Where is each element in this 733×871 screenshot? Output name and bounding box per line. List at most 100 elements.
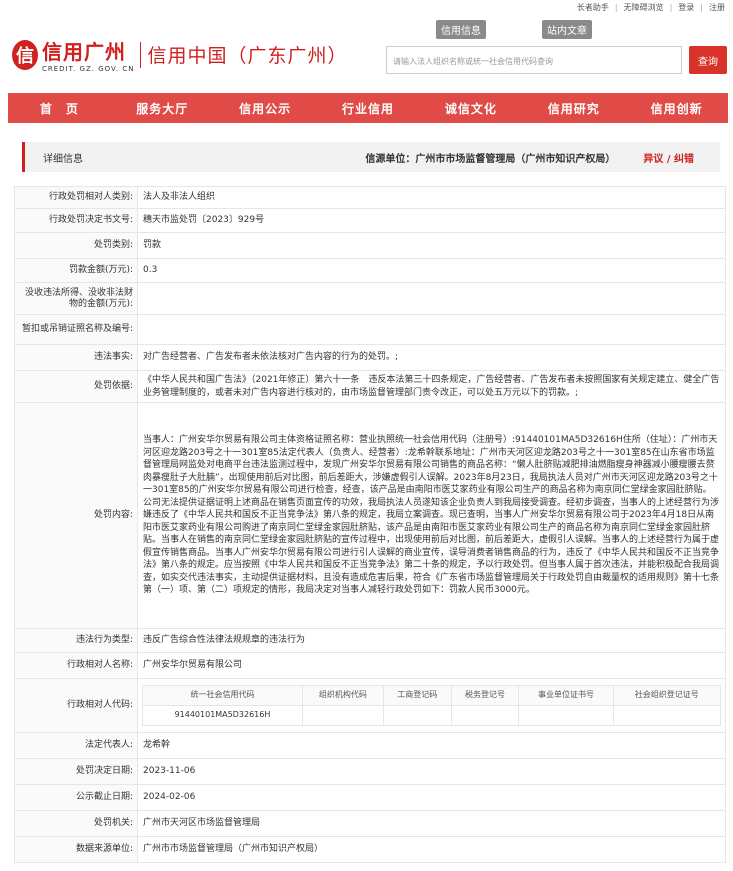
logo-cn: 信用广州 (42, 40, 126, 64)
table-row: 法定代表人: 龙希幹 (14, 732, 726, 759)
row-label: 处罚内容: (14, 402, 138, 629)
row-value: 0.3 (137, 258, 726, 283)
table-row: 处罚决定日期: 2023-11-06 (14, 758, 726, 785)
table-row: 处罚内容: 当事人：广州安华尔贸易有限公司主体资格证照名称：营业执照统一社会信用… (14, 402, 726, 629)
top-links: 长者助手 | 无障碍浏览 | 登录 | 注册 (577, 0, 733, 14)
row-label: 处罚依据: (14, 370, 138, 403)
table-row: 公示截止日期: 2024-02-06 (14, 784, 726, 811)
nav-industry-credit[interactable]: 行业信用 (317, 93, 420, 123)
row-label: 行政处罚相对人类别: (14, 186, 138, 209)
logo-text: 信用广州 CREDIT. GZ. GOV. CN (42, 36, 134, 73)
row-value: 广州安华尔贸易有限公司 (137, 652, 726, 679)
search-tabs: 信用信息 站内文章 (436, 20, 592, 39)
row-label: 暂扣或吊销证照名称及编号: (14, 314, 138, 345)
codes-value-row: 91440101MA5D32616H (142, 705, 722, 726)
row-value: 当事人：广州安华尔贸易有限公司主体资格证照名称：营业执照统一社会信用代码（注册号… (137, 402, 726, 629)
tab-credit-info[interactable]: 信用信息 (436, 20, 486, 39)
row-label: 处罚类别: (14, 232, 138, 259)
site-logo[interactable]: 信 信用广州 CREDIT. GZ. GOV. CN 信用中国（广东广州） (12, 36, 347, 73)
codes-header-row: 统一社会信用代码 组织机构代码 工商登记码 税务登记号 事业单位证书号 社会组织… (142, 685, 722, 706)
login-link[interactable]: 登录 (678, 2, 694, 13)
row-value: 广州市天河区市场监督管理局 (137, 810, 726, 837)
table-row: 处罚类别: 罚款 (14, 232, 726, 259)
divider: | (614, 2, 618, 12)
table-row: 违法行为类型: 违反广告综合性法律法规规章的违法行为 (14, 628, 726, 653)
table-row: 行政处罚相对人类别: 法人及非法人组织 (14, 186, 726, 209)
detail-header: 详细信息 信源单位：广州市市场监督管理局（广州市知识产权局） 异议 / 纠错 (22, 142, 720, 172)
row-value: 2023-11-06 (137, 758, 726, 785)
codes-header: 统一社会信用代码 (142, 685, 303, 706)
row-value: 罚款 (137, 232, 726, 259)
logo-icon: 信 (12, 39, 38, 70)
table-row: 暂扣或吊销证照名称及编号: (14, 314, 726, 345)
row-label: 公示截止日期: (14, 784, 138, 811)
row-label: 违法行为类型: (14, 628, 138, 653)
row-value: 穗天市监处罚〔2023〕929号 (137, 208, 726, 233)
logo-en: CREDIT. GZ. GOV. CN (42, 65, 135, 73)
nav-integrity-culture[interactable]: 诚信文化 (419, 93, 522, 123)
table-row: 行政相对人代码: 统一社会信用代码 组织机构代码 工商登记码 税务登记号 事业单… (14, 678, 726, 733)
row-value: 2024-02-06 (137, 784, 726, 811)
source-unit: 信源单位：广州市市场监督管理局（广州市知识产权局） (365, 150, 615, 165)
table-row: 处罚依据: 《中华人民共和国广告法》（2021年修正）第六十一条 违反本法第三十… (14, 370, 726, 403)
codes-value (518, 705, 614, 726)
row-label: 数据来源单位: (14, 836, 138, 863)
row-label: 行政处罚决定书文号: (14, 208, 138, 233)
row-value (137, 282, 726, 315)
tab-site-articles[interactable]: 站内文章 (542, 20, 592, 39)
nav-credit-publicity[interactable]: 信用公示 (214, 93, 317, 123)
codes-value (450, 705, 520, 726)
site-name: 信用中国（广东广州） (147, 45, 348, 67)
row-value: 法人及非法人组织 (137, 186, 726, 209)
row-label: 行政相对人代码: (14, 678, 138, 733)
codes-table: 统一社会信用代码 组织机构代码 工商登记码 税务登记号 事业单位证书号 社会组织… (142, 685, 722, 726)
row-value (137, 314, 726, 345)
row-value: 广州市市场监督管理局（广州市知识产权局） (137, 836, 726, 863)
detail-title: 详细信息 (43, 153, 83, 165)
site-header: 信 信用广州 CREDIT. GZ. GOV. CN 信用中国（广东广州） 信用… (0, 14, 733, 92)
nav-service-hall[interactable]: 服务大厅 (111, 93, 214, 123)
nav-credit-research[interactable]: 信用研究 (522, 93, 625, 123)
table-row: 数据来源单位: 广州市市场监督管理局（广州市知识产权局） (14, 836, 726, 863)
nav-credit-innovation[interactable]: 信用创新 (625, 93, 728, 123)
table-row: 行政相对人名称: 广州安华尔贸易有限公司 (14, 652, 726, 679)
search-button[interactable]: 查询 (689, 46, 727, 74)
penalty-detail-table: 行政处罚相对人类别: 法人及非法人组织 行政处罚决定书文号: 穗天市监处罚〔20… (14, 186, 726, 863)
register-link[interactable]: 注册 (709, 2, 725, 13)
divider: | (669, 2, 673, 12)
objection-link[interactable]: 异议 / 纠错 (643, 150, 694, 165)
row-label: 没收违法所得、没收非法财物的金额(万元): (14, 282, 138, 315)
row-label: 处罚决定日期: (14, 758, 138, 785)
codes-header: 组织机构代码 (301, 685, 384, 706)
row-value: 龙希幹 (137, 732, 726, 759)
divider: | (700, 2, 703, 12)
row-value: 违反广告综合性法律法规规章的违法行为 (137, 628, 726, 653)
table-row: 处罚机关: 广州市天河区市场监督管理局 (14, 810, 726, 837)
table-row: 违法事实: 对广告经营者、广告发布者未依法核对广告内容的行为的处罚。; (14, 344, 726, 371)
codes-header: 工商登记码 (382, 685, 452, 706)
codes-header: 事业单位证书号 (518, 685, 614, 706)
nav-home[interactable]: 首 页 (8, 93, 111, 123)
codes-value (612, 705, 722, 726)
logo-divider (140, 41, 142, 68)
table-row: 罚款金额(万元): 0.3 (14, 258, 726, 283)
codes-header: 税务登记号 (450, 685, 520, 706)
row-label: 罚款金额(万元): (14, 258, 138, 283)
codes-value (301, 705, 384, 726)
codes-value: 91440101MA5D32616H (142, 705, 303, 726)
row-label: 处罚机关: (14, 810, 138, 837)
accessibility-link[interactable]: 无障碍浏览 (624, 2, 664, 13)
source-label: 信源单位： (365, 153, 416, 165)
row-label: 违法事实: (14, 344, 138, 371)
row-value: 《中华人民共和国广告法》（2021年修正）第六十一条 违反本法第三十四条规定，广… (137, 370, 726, 403)
codes-value (382, 705, 452, 726)
elder-helper-link[interactable]: 长者助手 (577, 2, 609, 13)
table-row: 行政处罚决定书文号: 穗天市监处罚〔2023〕929号 (14, 208, 726, 233)
row-label: 法定代表人: (14, 732, 138, 759)
codes-header: 社会组织登记证号 (612, 685, 722, 706)
row-label: 行政相对人名称: (14, 652, 138, 679)
table-row: 没收违法所得、没收非法财物的金额(万元): (14, 282, 726, 315)
source-value: 广州市市场监督管理局（广州市知识产权局） (415, 153, 616, 165)
search-input[interactable]: 请输入法人组织名称或统一社会信用代码查询 (386, 46, 682, 74)
row-value: 对广告经营者、广告发布者未依法核对广告内容的行为的处罚。; (137, 344, 726, 371)
